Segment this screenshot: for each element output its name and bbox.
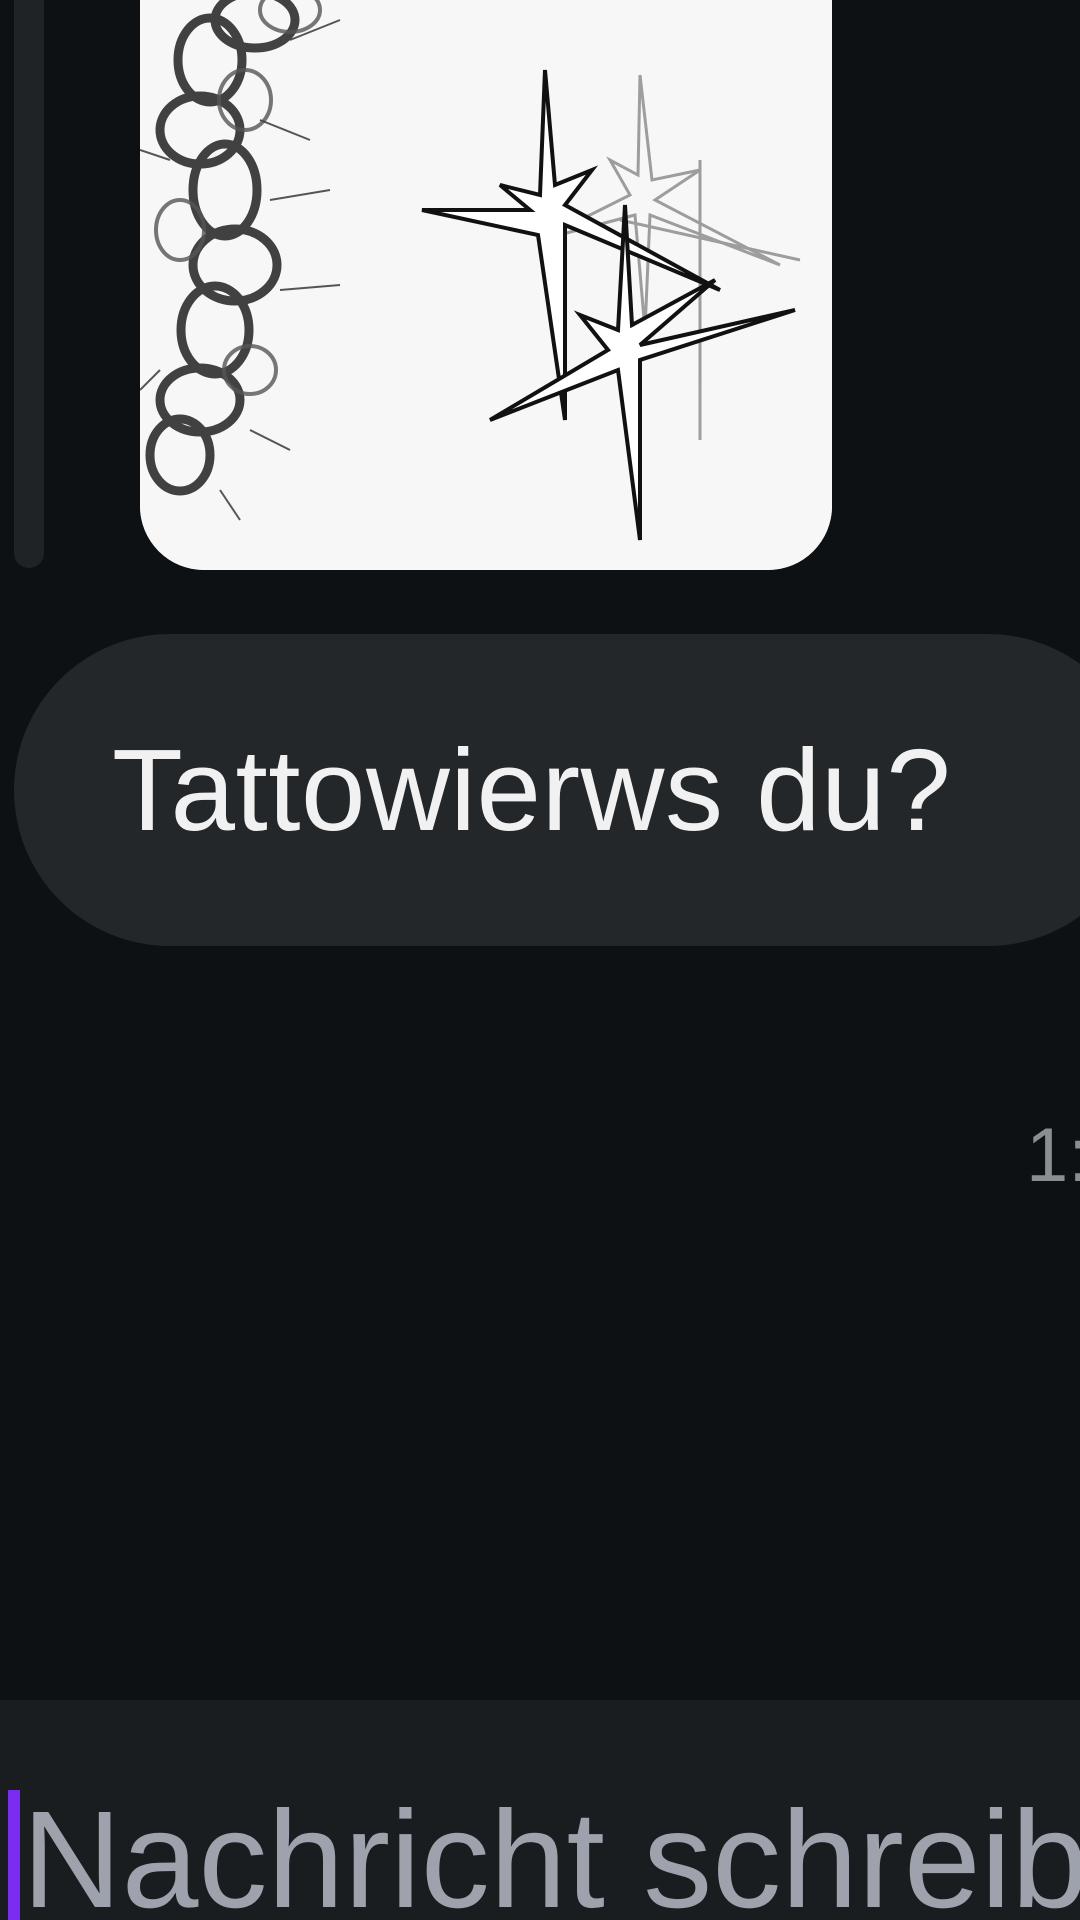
message-input[interactable]: Nachricht schreibe bbox=[0, 1760, 1080, 1920]
image-message[interactable] bbox=[140, 0, 832, 570]
tattoo-sketch-image bbox=[140, 0, 832, 570]
scroll-indicator[interactable] bbox=[14, 0, 44, 568]
chat-screen: Tattowierws du? 1: Nachricht schreibe bbox=[0, 0, 1080, 1920]
text-cursor bbox=[8, 1790, 20, 1920]
text-message-bubble[interactable]: Tattowierws du? bbox=[14, 634, 1080, 946]
message-text: Tattowierws du? bbox=[112, 725, 952, 855]
message-timestamp: 1: bbox=[1026, 1113, 1080, 1198]
message-input-placeholder: Nachricht schreibe bbox=[22, 1783, 1080, 1920]
